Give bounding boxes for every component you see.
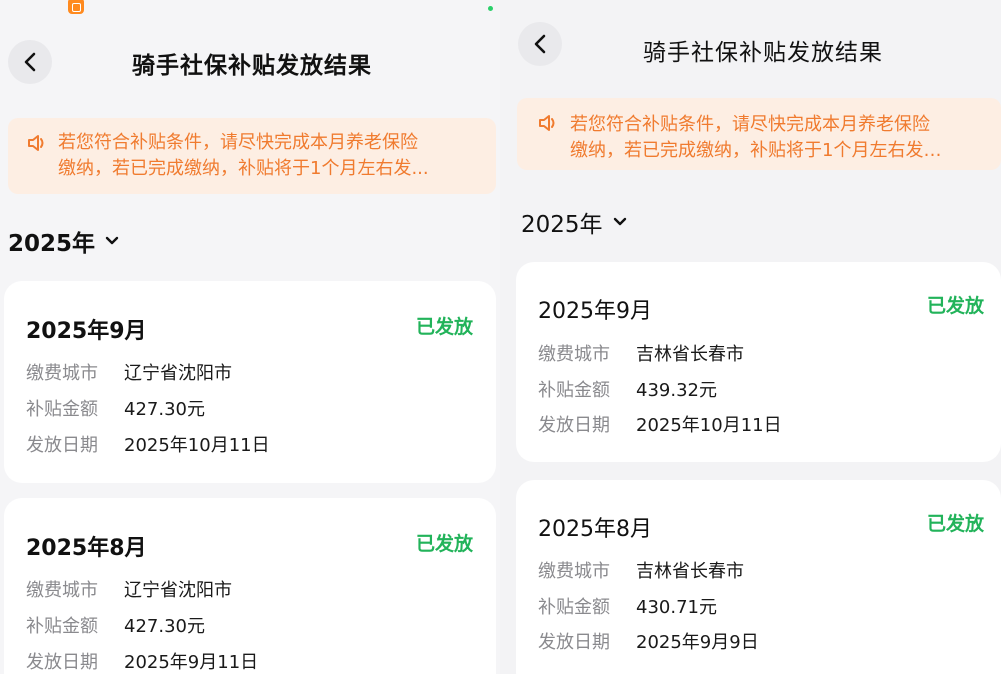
- status-badge: 已发放: [927, 295, 985, 317]
- row-label: 补贴金额: [538, 597, 610, 618]
- row-city: 缴费城市 辽宁省沈阳市: [26, 359, 232, 385]
- record-card[interactable]: 2025年9月 已发放 缴费城市 辽宁省沈阳市 补贴金额 427.30元 发放日期 2…: [4, 281, 496, 483]
- row-value: 427.30元: [124, 399, 205, 420]
- year-label: 2025年: [8, 231, 96, 257]
- status-badge: 已发放: [927, 513, 985, 535]
- row-amount: 补贴金额 427.30元: [26, 395, 205, 421]
- row-value: 2025年9月11日: [124, 652, 259, 673]
- row-label: 发放日期: [538, 415, 610, 436]
- status-badge: 已发放: [416, 316, 474, 338]
- notice-line-1: 若您符合补贴条件，请尽快完成本月养老保险: [570, 114, 930, 135]
- row-label: 缴费城市: [538, 344, 610, 365]
- row-amount: 补贴金额 430.71元: [538, 593, 717, 619]
- row-value: 427.30元: [124, 616, 205, 637]
- record-card[interactable]: 2025年9月 已发放 缴费城市 吉林省长春市 补贴金额 439.32元 发放日期 2…: [516, 262, 1001, 462]
- notice-line-1: 若您符合补贴条件，请尽快完成本月养老保险: [58, 132, 418, 153]
- left-screen: 骑手社保补贴发放结果 若您符合补贴条件，请尽快完成本月养老保险 缴纳，若已完成缴…: [0, 0, 500, 674]
- chevron-down-icon: [613, 217, 626, 226]
- row-value: 吉林省长春市: [636, 561, 744, 582]
- row-label: 补贴金额: [26, 399, 98, 420]
- app-notification-icon: [68, 0, 84, 14]
- row-amount: 补贴金额 439.32元: [538, 376, 717, 402]
- row-amount: 补贴金额 427.30元: [26, 612, 205, 638]
- row-value: 2025年10月11日: [636, 415, 782, 436]
- page-title: 骑手社保补贴发放结果: [643, 40, 883, 66]
- row-label: 缴费城市: [538, 561, 610, 582]
- record-card[interactable]: 2025年8月 已发放 缴费城市 辽宁省沈阳市 补贴金额 427.30元 发放日期 2…: [4, 498, 496, 674]
- row-value: 430.71元: [636, 597, 717, 618]
- row-value: 2025年10月11日: [124, 435, 270, 456]
- year-label: 2025年: [521, 212, 603, 238]
- back-button[interactable]: [518, 22, 562, 66]
- indicator-dot-icon: [488, 6, 493, 11]
- row-city: 缴费城市 吉林省长春市: [538, 340, 744, 366]
- row-label: 缴费城市: [26, 363, 98, 384]
- row-label: 补贴金额: [26, 616, 98, 637]
- speaker-icon: [539, 115, 555, 131]
- chevron-left-icon: [534, 34, 546, 54]
- year-selector[interactable]: 2025年: [8, 224, 119, 258]
- row-date: 发放日期 2025年10月11日: [26, 431, 270, 457]
- card-title: 2025年8月: [26, 536, 147, 561]
- year-selector[interactable]: 2025年: [521, 205, 627, 239]
- notice-text: 若您符合补贴条件，请尽快完成本月养老保险 缴纳，若已完成缴纳，补贴将于1个月左右…: [58, 130, 429, 182]
- page-title: 骑手社保补贴发放结果: [132, 53, 372, 79]
- notice-banner[interactable]: 若您符合补贴条件，请尽快完成本月养老保险 缴纳，若已完成缴纳，补贴将于1个月左右…: [8, 118, 496, 194]
- row-value: 439.32元: [636, 380, 717, 401]
- notice-line-2: 缴纳，若已完成缴纳，补贴将于1个月左右发…: [570, 140, 942, 161]
- card-title: 2025年8月: [538, 517, 652, 542]
- card-title: 2025年9月: [538, 299, 652, 324]
- row-value: 2025年9月9日: [636, 632, 759, 653]
- row-date: 发放日期 2025年10月11日: [538, 411, 782, 437]
- row-city: 缴费城市 吉林省长春市: [538, 557, 744, 583]
- row-city: 缴费城市 辽宁省沈阳市: [26, 576, 232, 602]
- row-value: 辽宁省沈阳市: [124, 363, 232, 384]
- status-bar: [0, 0, 500, 16]
- row-label: 发放日期: [538, 632, 610, 653]
- row-label: 缴费城市: [26, 580, 98, 601]
- row-date: 发放日期 2025年9月11日: [26, 648, 258, 674]
- record-card[interactable]: 2025年8月 已发放 缴费城市 吉林省长春市 补贴金额 430.71元 发放日期 2…: [516, 480, 1001, 674]
- row-label: 发放日期: [26, 435, 98, 456]
- back-button[interactable]: [8, 40, 52, 84]
- row-date: 发放日期 2025年9月9日: [538, 628, 759, 654]
- row-value: 辽宁省沈阳市: [124, 580, 232, 601]
- row-label: 发放日期: [26, 652, 98, 673]
- right-screen: 骑手社保补贴发放结果 若您符合补贴条件，请尽快完成本月养老保险 缴纳，若已完成缴…: [500, 0, 1001, 674]
- speaker-icon: [28, 135, 44, 151]
- notice-banner[interactable]: 若您符合补贴条件，请尽快完成本月养老保险 缴纳，若已完成缴纳，补贴将于1个月左右…: [517, 98, 1001, 170]
- row-value: 吉林省长春市: [636, 344, 744, 365]
- status-badge: 已发放: [416, 533, 474, 555]
- chevron-down-icon: [105, 236, 119, 245]
- notice-line-2: 缴纳，若已完成缴纳，补贴将于1个月左右发...: [58, 158, 429, 179]
- card-title: 2025年9月: [26, 319, 147, 344]
- chevron-left-icon: [24, 52, 36, 72]
- notice-text: 若您符合补贴条件，请尽快完成本月养老保险 缴纳，若已完成缴纳，补贴将于1个月左右…: [570, 112, 941, 164]
- row-label: 补贴金额: [538, 380, 610, 401]
